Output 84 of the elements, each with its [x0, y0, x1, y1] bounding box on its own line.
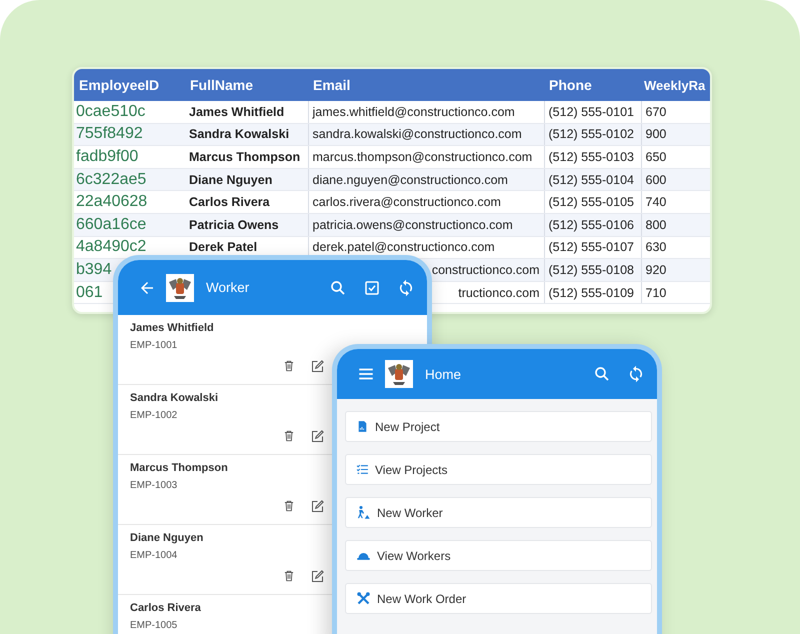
employee-id-cell: 0cae510c [76, 102, 146, 120]
column-header[interactable]: FullName [185, 69, 308, 101]
screen-title: Home [425, 366, 462, 382]
phone-cell: (512) 555-0108 [548, 262, 634, 277]
column-header[interactable]: Phone [544, 69, 641, 101]
sync-icon[interactable] [397, 278, 415, 296]
checklist-icon [356, 463, 369, 476]
rate-cell: 900 [646, 127, 666, 142]
employee-id-cell: 4a8490c2 [76, 238, 146, 256]
employee-id-cell: 6c322ae5 [76, 170, 146, 188]
phone-cell: (512) 555-0103 [548, 150, 634, 164]
trash-icon[interactable] [282, 569, 296, 583]
phone-cell: (512) 555-0106 [548, 218, 634, 232]
name-cell: Derek Patel [189, 240, 258, 254]
search-icon[interactable] [329, 278, 347, 296]
rate-cell: 600 [646, 172, 666, 187]
phone-cell: (512) 555-0107 [548, 240, 634, 254]
edit-icon[interactable] [310, 569, 325, 584]
email-cell: marcus.thompson@constructionco.com [312, 150, 532, 164]
rate-cell: 630 [646, 240, 666, 254]
rate-cell: 670 [646, 104, 666, 119]
crest-icon [166, 274, 194, 302]
column-header[interactable]: Email [308, 69, 544, 101]
rate-cell: 800 [646, 218, 666, 232]
worker-name: Diane Nguyen [130, 532, 204, 544]
worker-name: Marcus Thompson [130, 462, 228, 474]
name-cell: James Whitfield [189, 104, 284, 119]
edit-icon[interactable] [310, 429, 325, 444]
phone-cell: (512) 555-0101 [548, 104, 634, 119]
trash-icon[interactable] [282, 429, 296, 443]
menu-button[interactable]: New Worker [345, 497, 652, 528]
column-header[interactable]: WeeklyRa [641, 69, 710, 101]
worker-code: EMP-1004 [130, 550, 178, 561]
email-cell: constructionco.com [432, 262, 540, 277]
email-cell: diane.nguyen@constructionco.com [312, 172, 508, 187]
menu-button[interactable]: New Project [345, 411, 652, 442]
worker-code: EMP-1003 [130, 480, 178, 491]
name-cell: Sandra Kowalski [189, 127, 290, 142]
name-cell: Carlos Rivera [189, 195, 270, 210]
rate-cell: 740 [646, 195, 666, 210]
edit-icon[interactable] [310, 359, 325, 374]
worker-name: James Whitfield [130, 322, 214, 334]
menu-button[interactable]: View Workers [345, 540, 652, 571]
rate-cell: 650 [646, 150, 666, 164]
email-cell: sandra.kowalski@constructionco.com [312, 127, 522, 142]
menu-button[interactable]: View Projects [345, 454, 652, 485]
email-cell: derek.patel@constructionco.com [312, 240, 495, 254]
phone-cell: (512) 555-0102 [548, 127, 634, 142]
name-cell: Patricia Owens [189, 218, 279, 232]
email-cell: james.whitfield@constructionco.com [312, 104, 515, 119]
tools-icon [356, 591, 371, 606]
worker-name: Carlos Rivera [130, 602, 201, 614]
email-cell: patricia.owens@constructionco.com [312, 218, 513, 232]
menu-button[interactable]: New Work Order [345, 583, 652, 614]
checkbox-icon[interactable] [363, 278, 381, 296]
email-cell: tructionco.com [458, 286, 540, 300]
crest-icon [385, 360, 413, 388]
phone-cell: (512) 555-0109 [548, 286, 634, 300]
rate-cell: 710 [646, 286, 666, 300]
worker-name: Sandra Kowalski [130, 392, 218, 404]
worker-code: EMP-1002 [130, 410, 178, 421]
trash-icon[interactable] [282, 359, 296, 373]
name-cell: Marcus Thompson [189, 150, 300, 164]
employee-id-cell: 755f8492 [76, 125, 143, 142]
email-cell: carlos.rivera@constructionco.com [312, 195, 501, 210]
worker-digging-icon [356, 505, 371, 520]
employee-id-cell: b394 [76, 260, 112, 278]
trash-icon[interactable] [282, 499, 296, 513]
phone-cell: (512) 555-0104 [548, 172, 634, 187]
employee-id-cell: 660a16ce [76, 216, 146, 233]
name-cell: Diane Nguyen [189, 172, 272, 187]
rate-cell: 920 [646, 262, 666, 277]
employee-id-cell: 061 [76, 284, 103, 301]
document-icon [356, 420, 369, 433]
worker-code: EMP-1001 [130, 340, 178, 351]
search-icon[interactable] [593, 365, 611, 383]
employee-id-cell: fadb9f00 [76, 148, 138, 165]
employee-id-cell: 22a40628 [76, 193, 148, 210]
column-header[interactable]: EmployeeID [74, 69, 185, 101]
worker-code: EMP-1005 [130, 620, 178, 631]
screen-title: Worker [206, 280, 250, 295]
phone-cell: (512) 555-0105 [548, 195, 634, 210]
sync-icon[interactable] [627, 365, 645, 383]
edit-icon[interactable] [310, 499, 325, 514]
